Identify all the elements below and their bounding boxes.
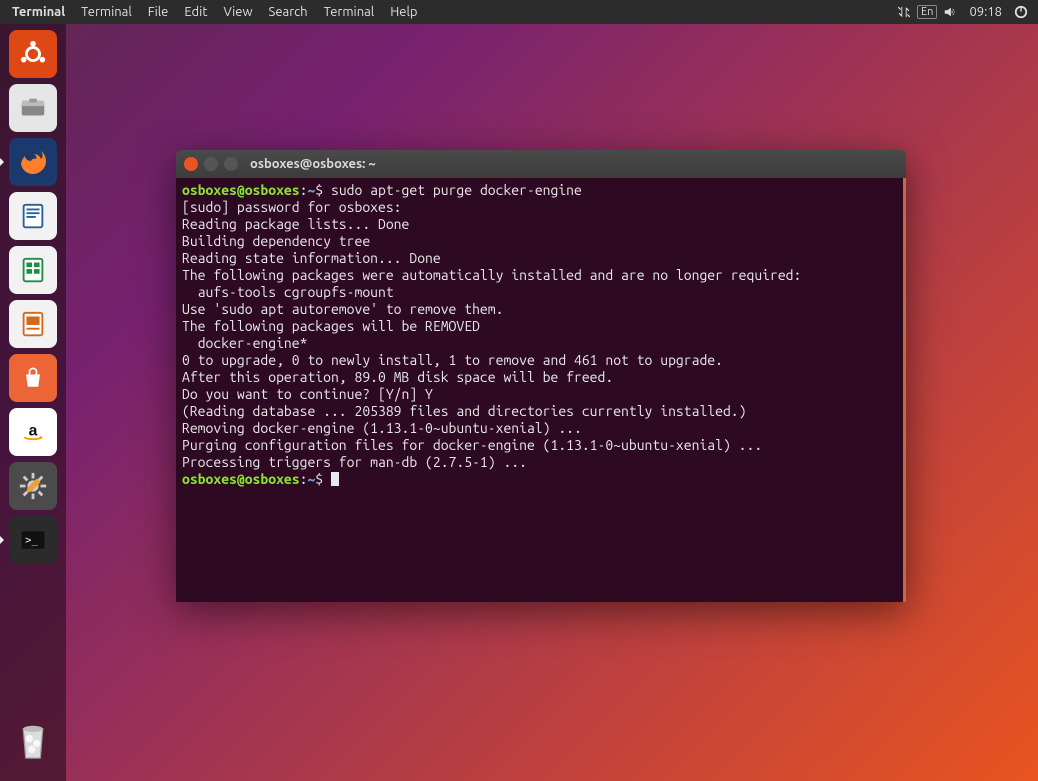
menu-edit[interactable]: Edit [176, 5, 215, 19]
svg-text:>_: >_ [25, 535, 38, 547]
launcher-writer[interactable] [9, 192, 57, 240]
maximize-icon[interactable] [224, 157, 238, 171]
menu-search[interactable]: Search [261, 5, 316, 19]
launcher-settings[interactable] [9, 462, 57, 510]
volume-icon[interactable] [937, 5, 963, 19]
launcher-calc[interactable] [9, 246, 57, 294]
top-menubar: Terminal Terminal File Edit View Search … [0, 0, 1038, 24]
launcher-software[interactable] [9, 354, 57, 402]
active-app-title: Terminal [4, 5, 73, 19]
network-icon[interactable] [891, 5, 917, 19]
clock[interactable]: 09:18 [963, 5, 1008, 19]
menu-terminal2[interactable]: Terminal [316, 5, 383, 19]
terminal-window: osboxes@osboxes: ~ osboxes@osboxes:~$ su… [176, 150, 906, 602]
power-icon[interactable] [1008, 5, 1034, 19]
terminal-cursor [331, 472, 339, 486]
terminal-body[interactable]: osboxes@osboxes:~$ sudo apt-get purge do… [176, 178, 906, 602]
launcher-impress[interactable] [9, 300, 57, 348]
launcher-trash[interactable] [9, 717, 57, 765]
launcher-files[interactable] [9, 84, 57, 132]
launcher-amazon[interactable]: a [9, 408, 57, 456]
menu-terminal[interactable]: Terminal [73, 5, 140, 19]
close-icon[interactable] [184, 157, 198, 171]
window-titlebar[interactable]: osboxes@osboxes: ~ [176, 150, 906, 178]
minimize-icon[interactable] [204, 157, 218, 171]
svg-text:a: a [29, 423, 38, 440]
launcher-terminal[interactable]: >_ [9, 516, 57, 564]
menu-view[interactable]: View [215, 5, 260, 19]
launcher-firefox[interactable] [9, 138, 57, 186]
terminal-command: sudo apt-get purge docker-engine [331, 182, 582, 198]
menu-file[interactable]: File [140, 5, 177, 19]
window-title: osboxes@osboxes: ~ [250, 157, 376, 171]
menu-help[interactable]: Help [382, 5, 425, 19]
launcher-sidebar: a >_ [0, 24, 66, 781]
language-indicator[interactable]: En [917, 5, 937, 19]
launcher-dash[interactable] [9, 30, 57, 78]
